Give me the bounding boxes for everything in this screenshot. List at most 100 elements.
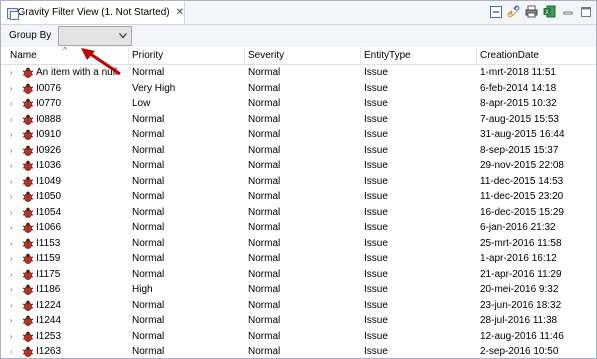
expand-icon[interactable]: ›	[10, 174, 13, 189]
table-row[interactable]: › I1054 Normal Normal Issue 16-dec-2015 15:29	[1, 205, 596, 221]
expand-icon[interactable]: ›	[10, 158, 13, 173]
cell-severity: Normal	[248, 113, 281, 125]
expand-icon[interactable]: ›	[10, 143, 13, 158]
cell-creationdate: 8-sep-2015 15:37	[480, 144, 559, 156]
maximize-icon[interactable]	[579, 5, 592, 18]
expand-icon[interactable]: ›	[10, 189, 13, 204]
expand-icon[interactable]: ›	[10, 127, 13, 142]
cell-creationdate: 12-aug-2016 11:46	[480, 330, 564, 342]
table-row[interactable]: › I1036 Normal Normal Issue 29-nov-2015 22:08	[1, 158, 596, 174]
cell-entitytype: Issue	[364, 315, 388, 326]
cell-priority: Normal	[132, 144, 165, 156]
cell-severity: Normal	[248, 144, 281, 156]
bug-icon	[22, 83, 34, 94]
bug-icon	[22, 191, 34, 202]
bug-icon	[22, 129, 34, 140]
bug-icon	[22, 160, 34, 171]
expand-icon[interactable]: ›	[10, 96, 13, 111]
cell-severity: Normal	[248, 330, 281, 342]
expand-icon[interactable]: ›	[10, 236, 13, 251]
table-row[interactable]: › I0076 Very High Normal Issue 6-feb-2014 14:…	[1, 81, 596, 97]
cell-severity: Normal	[248, 284, 281, 295]
table-row[interactable]: › I1186 High Normal Issue 20-mei-2016 9:32	[1, 282, 596, 298]
table-row[interactable]: › I1049 Normal Normal Issue 11-dec-2015 14:53	[1, 174, 596, 190]
cell-severity: Normal	[248, 160, 281, 171]
table-row[interactable]: › I1050 Normal Normal Issue 11-dec-2015 23:20	[1, 189, 596, 205]
expand-icon[interactable]: ›	[10, 267, 13, 282]
cell-creationdate: 8-apr-2015 10:32	[480, 98, 557, 109]
table-row[interactable]: › I1175 Normal Normal Issue 21-apr-2016 11:29	[1, 267, 596, 283]
collapse-icon[interactable]	[489, 5, 502, 18]
minimize-icon[interactable]	[561, 5, 574, 18]
table-row[interactable]: › I0910 Normal Normal Issue 31-aug-2015 16:44	[1, 127, 596, 143]
cell-entitytype: Issue	[364, 113, 388, 125]
cell-priority: Normal	[132, 222, 165, 233]
column-header-creationdate[interactable]: CreationDate	[477, 47, 596, 64]
cell-severity: Normal	[248, 299, 281, 311]
cell-entitytype: Issue	[364, 206, 388, 218]
bug-icon	[22, 222, 34, 233]
bug-icon	[22, 284, 34, 295]
view-tab-bar: Gravity Filter View (1. Not Started) ✕ X	[1, 1, 596, 25]
column-header-severity[interactable]: Severity	[245, 47, 361, 64]
bug-icon	[22, 67, 34, 78]
expand-icon[interactable]: ›	[10, 205, 13, 220]
cell-severity: Normal	[248, 222, 281, 233]
cell-severity: Normal	[248, 268, 281, 280]
cell-severity: Normal	[248, 98, 281, 109]
excel-icon[interactable]: X	[543, 5, 556, 18]
table-row[interactable]: › I1263 Normal Normal Issue 2-sep-2016 10:50	[1, 344, 596, 358]
expand-icon[interactable]: ›	[10, 298, 13, 313]
table-row[interactable]: › I1159 Normal Normal Issue 1-apr-2016 16:12	[1, 251, 596, 267]
view-tab[interactable]: Gravity Filter View (1. Not Started) ✕	[1, 1, 185, 24]
table-row[interactable]: › I1066 Normal Normal Issue 6-jan-2016 21:32	[1, 220, 596, 236]
expand-icon[interactable]: ›	[10, 251, 13, 266]
cell-creationdate: 11-dec-2015 14:53	[480, 175, 564, 187]
bug-icon	[22, 145, 34, 156]
bug-icon	[22, 238, 34, 249]
cell-priority: Normal	[132, 113, 165, 125]
cell-name: I1186	[36, 284, 61, 295]
expand-icon[interactable]: ›	[10, 112, 13, 127]
cell-priority: Normal	[132, 191, 165, 202]
column-header-entitytype[interactable]: EntityType	[361, 47, 477, 64]
cell-entitytype: Issue	[364, 175, 388, 187]
gravity-filter-view: Gravity Filter View (1. Not Started) ✕ X	[0, 0, 597, 359]
cell-entitytype: Issue	[364, 144, 388, 156]
expand-icon[interactable]: ›	[10, 81, 13, 96]
cell-priority: Very High	[132, 82, 176, 94]
table-row[interactable]: › I0770 Low Normal Issue 8-apr-2015 10:32	[1, 96, 596, 112]
cell-severity: Normal	[248, 67, 281, 78]
print-icon[interactable]	[525, 5, 538, 18]
expand-icon[interactable]: ›	[10, 65, 13, 80]
cell-entitytype: Issue	[364, 160, 388, 171]
table-row[interactable]: › I1153 Normal Normal Issue 25-mrt-2016 11:58	[1, 236, 596, 252]
group-by-select[interactable]	[58, 26, 132, 46]
table-row[interactable]: › I1253 Normal Normal Issue 12-aug-2016 11:46	[1, 329, 596, 345]
cell-creationdate: 16-dec-2015 15:29	[480, 206, 564, 218]
bug-icon	[22, 253, 34, 264]
table-row[interactable]: › I1244 Normal Normal Issue 28-jul-2016 11:38	[1, 313, 596, 329]
bug-icon	[22, 176, 34, 187]
table-row[interactable]: › I0926 Normal Normal Issue 8-sep-2015 15:37	[1, 143, 596, 159]
close-icon[interactable]: ✕	[176, 7, 184, 18]
cell-creationdate: 31-aug-2015 16:44	[480, 129, 565, 140]
expand-icon[interactable]: ›	[10, 344, 13, 358]
expand-icon[interactable]: ›	[10, 313, 13, 328]
table-row[interactable]: › I1224 Normal Normal Issue 23-jun-2016 18:32	[1, 298, 596, 314]
link-icon[interactable]	[507, 5, 520, 18]
expand-icon[interactable]: ›	[10, 282, 13, 297]
expand-icon[interactable]: ›	[10, 220, 13, 235]
cell-creationdate: 25-mrt-2016 11:58	[480, 237, 562, 249]
cell-severity: Normal	[248, 206, 281, 218]
cell-entitytype: Issue	[364, 129, 388, 140]
cell-priority: Normal	[132, 206, 165, 218]
cell-name: I1036	[36, 160, 62, 171]
table-body: › An item with a null Normal Normal Issue 1-m…	[1, 65, 596, 358]
column-header-priority[interactable]: Priority	[129, 47, 245, 64]
expand-icon[interactable]: ›	[10, 329, 13, 344]
bug-icon	[22, 331, 34, 342]
cell-priority: Normal	[132, 160, 165, 171]
table-row[interactable]: › I0888 Normal Normal Issue 7-aug-2015 15:53	[1, 112, 596, 128]
sort-ascending-icon: ^	[63, 45, 68, 55]
